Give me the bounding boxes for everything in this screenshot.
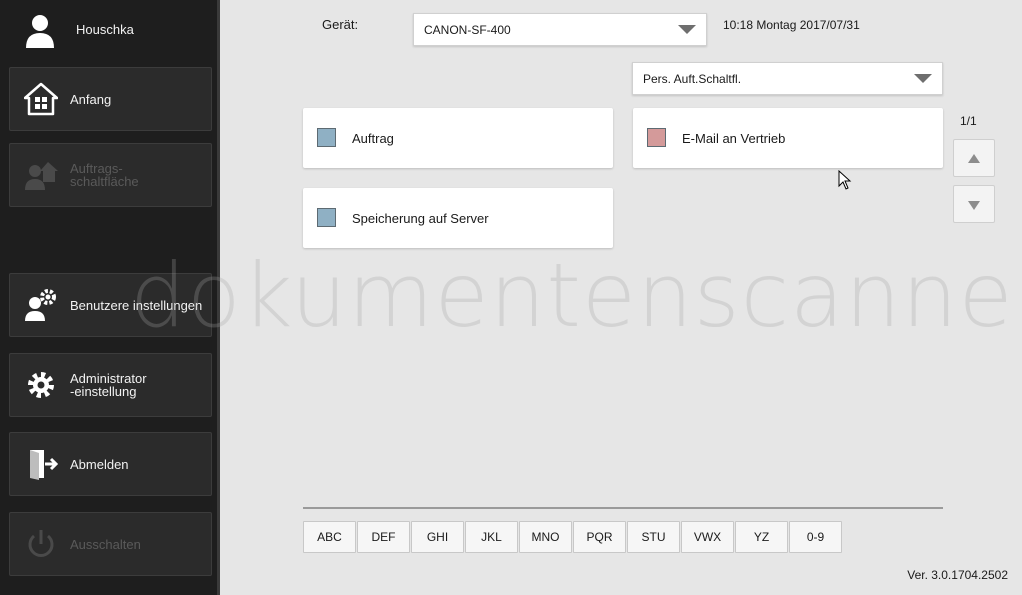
device-select-value: CANON-SF-400 [424, 22, 511, 37]
version-label: Ver. 3.0.1704.2502 [907, 568, 1008, 582]
job-button-email-sales[interactable]: E-Mail an Vertrieb [633, 108, 943, 168]
button-filter-select[interactable]: Pers. Auft.Schaltfl. [632, 62, 943, 95]
job-button-save-server[interactable]: Speicherung auf Server [303, 188, 613, 248]
alpha-index-button[interactable]: YZ [735, 521, 788, 553]
datetime: 10:18 Montag 2017/07/31 [723, 18, 860, 32]
sidebar-item-label: Ausschalten [70, 536, 141, 552]
power-icon [28, 530, 54, 557]
sidebar-item-job-button: Auftrags- schaltfläche [9, 143, 212, 207]
page-up-button[interactable] [953, 139, 995, 177]
job-color-swatch [317, 208, 336, 227]
home-icon [24, 82, 58, 116]
sidebar-item-label: Auftrags- schaltfläche [70, 161, 139, 189]
sidebar-item-label: Anfang [70, 91, 112, 107]
user-icon [26, 15, 54, 48]
job-label: Auftrag [352, 130, 394, 146]
sidebar: Houschka Anfang Auftrags- schaltfläche B… [0, 0, 220, 595]
alpha-index-button[interactable]: VWX [681, 521, 734, 553]
sidebar-item-shutdown: Ausschalten [9, 512, 212, 576]
alpha-index-button[interactable]: PQR [573, 521, 626, 553]
alpha-index-button[interactable]: JKL [465, 521, 518, 553]
alpha-index-button[interactable]: ABC [303, 521, 356, 553]
user-settings-icon [25, 289, 56, 321]
sidebar-item-logout[interactable]: Abmelden [9, 432, 212, 496]
job-button-auftrag[interactable]: Auftrag [303, 108, 613, 168]
alpha-index-button[interactable]: DEF [357, 521, 410, 553]
device-select[interactable]: CANON-SF-400 [413, 13, 707, 46]
watermark: dokumentenscanner [130, 244, 1022, 347]
mouse-cursor-icon [838, 170, 852, 190]
user-header: Houschka [0, 0, 220, 60]
user-name: Houschka [76, 22, 134, 37]
sidebar-item-label: Benutzere instellungen [70, 297, 203, 313]
user-home-icon [25, 162, 58, 190]
gear-icon [28, 372, 54, 398]
sidebar-item-label: Administrator -einstellung [70, 371, 147, 399]
alpha-index-button[interactable]: 0-9 [789, 521, 842, 553]
arrow-up-icon [968, 154, 980, 163]
sidebar-item-user-settings[interactable]: Benutzere instellungen [9, 273, 212, 337]
job-color-swatch [647, 128, 666, 147]
button-filter-value: Pers. Auft.Schaltfl. [643, 71, 742, 86]
page-down-button[interactable] [953, 185, 995, 223]
chevron-down-icon [678, 25, 696, 34]
sidebar-item-label: Abmelden [70, 456, 129, 472]
job-label: E-Mail an Vertrieb [682, 130, 786, 146]
job-color-swatch [317, 128, 336, 147]
sidebar-item-admin-settings[interactable]: Administrator -einstellung [9, 353, 212, 417]
page-indicator: 1/1 [960, 114, 977, 128]
divider [303, 507, 943, 509]
chevron-down-icon [914, 74, 932, 83]
alpha-index-button[interactable]: GHI [411, 521, 464, 553]
logout-icon [30, 450, 58, 480]
arrow-down-icon [968, 201, 980, 210]
alpha-index-button[interactable]: STU [627, 521, 680, 553]
sidebar-item-home[interactable]: Anfang [9, 67, 212, 131]
job-label: Speicherung auf Server [352, 210, 489, 226]
alpha-index-button[interactable]: MNO [519, 521, 572, 553]
device-label: Gerät: [322, 17, 359, 32]
